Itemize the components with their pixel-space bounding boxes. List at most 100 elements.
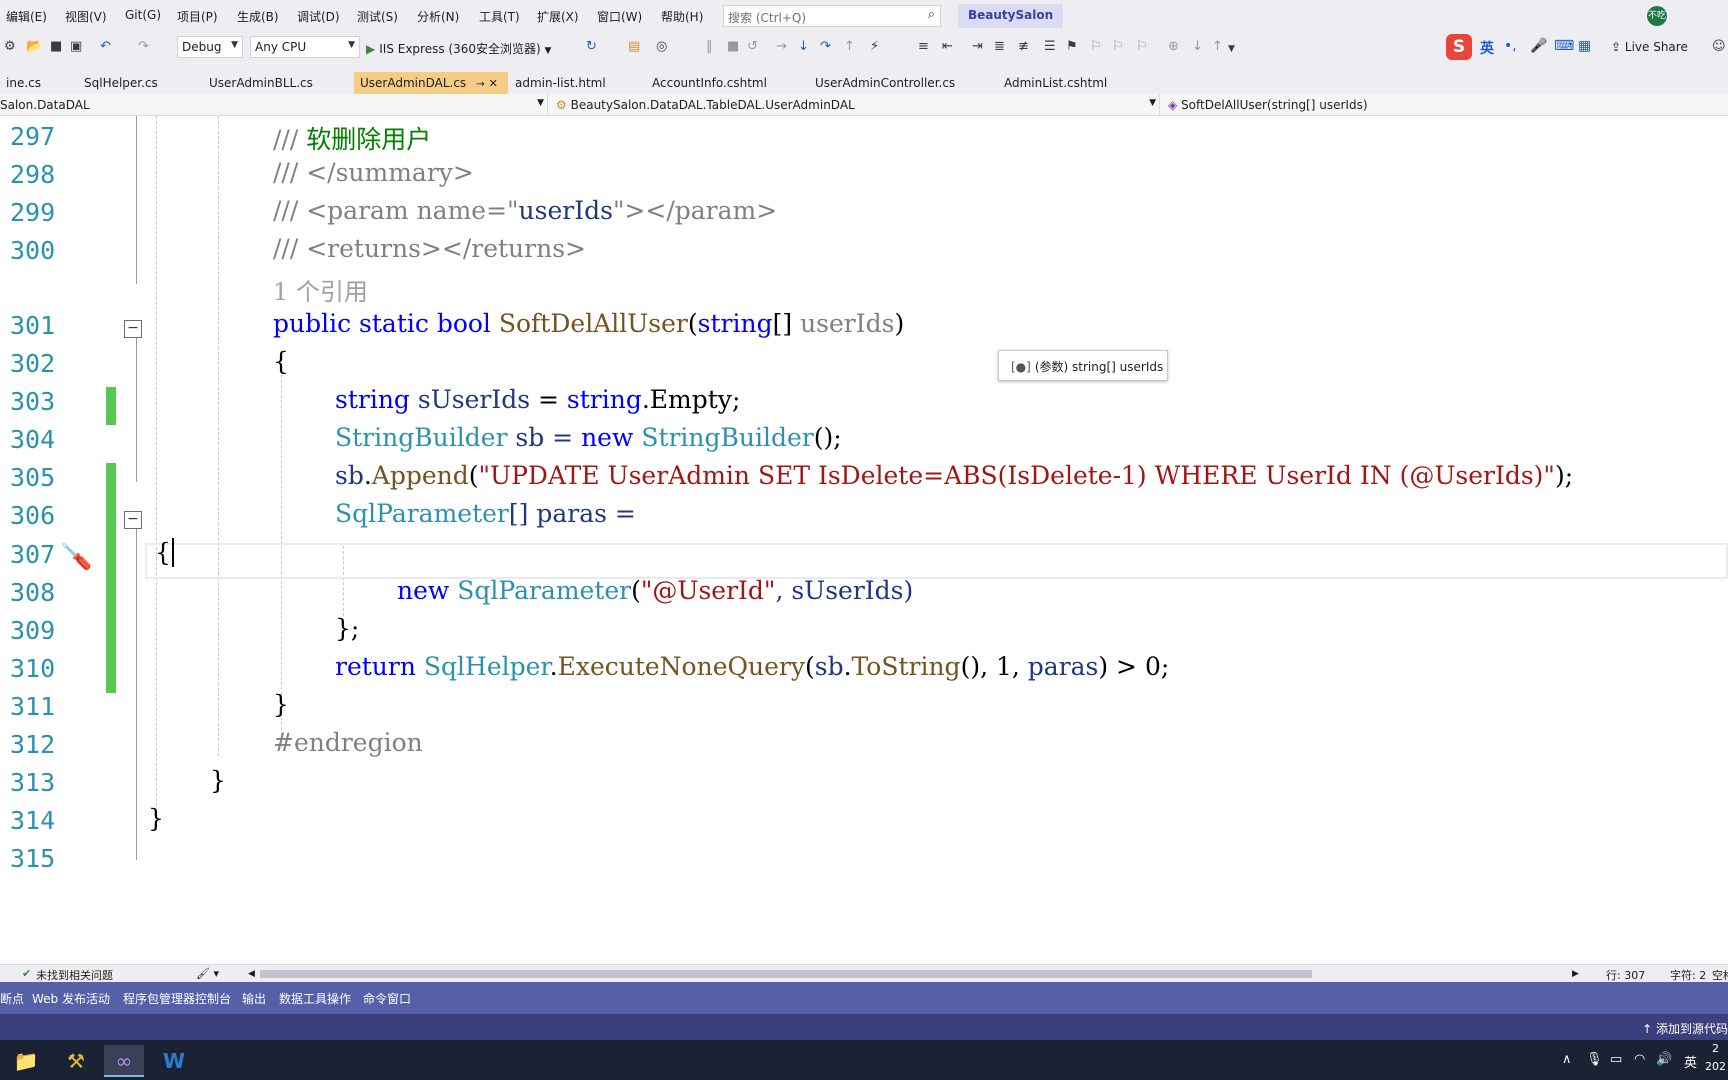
uncomment-icon[interactable]: ≢ bbox=[1018, 39, 1029, 54]
wifi-icon[interactable]: ◠ bbox=[1634, 1052, 1645, 1067]
save-all-icon[interactable]: ▣ bbox=[70, 39, 82, 54]
scroll-right-icon[interactable]: ▶ bbox=[1572, 969, 1579, 979]
live-share-button[interactable]: ⇪ Live Share bbox=[1611, 40, 1688, 54]
menu-build[interactable]: 生成(B) bbox=[237, 8, 279, 25]
issues-status[interactable]: 未找到相关问题 bbox=[36, 967, 113, 983]
menu-help[interactable]: 帮助(H) bbox=[661, 8, 703, 25]
search-input[interactable]: 搜索 (Ctrl+Q) ⌕ bbox=[723, 5, 941, 27]
tab-ine-cs[interactable]: ine.cs bbox=[0, 72, 47, 94]
menu-edit[interactable]: 编辑(E) bbox=[6, 8, 47, 25]
horizontal-scrollbar[interactable] bbox=[260, 970, 1312, 978]
whitespace-indicator[interactable]: 空格 bbox=[1712, 967, 1728, 983]
tab-command-window[interactable]: 命令窗口 bbox=[363, 990, 411, 1007]
step-out-icon[interactable]: ↑ bbox=[844, 39, 855, 54]
save-icon[interactable]: ■ bbox=[50, 39, 62, 54]
indent-icon[interactable]: ⇥ bbox=[972, 39, 983, 54]
avatar[interactable]: 不吃 bbox=[1647, 6, 1667, 26]
folder-icon[interactable]: ▤ bbox=[628, 39, 640, 54]
collapse-icon[interactable]: − bbox=[124, 511, 142, 529]
menu-debug[interactable]: 调试(D) bbox=[297, 8, 340, 25]
feedback-icon[interactable]: ☺ bbox=[1712, 39, 1726, 54]
configuration-select[interactable]: Debug ▼ bbox=[177, 36, 243, 58]
restart-icon[interactable]: ↺ bbox=[747, 39, 758, 54]
class-dropdown[interactable]: ⚙ BeautySalon.DataDAL.TableDAL.UserAdmin… bbox=[552, 94, 1160, 115]
pin-icon[interactable]: → bbox=[476, 79, 484, 90]
tab-accountinfo[interactable]: AccountInfo.cshtml bbox=[646, 72, 773, 94]
platform-select[interactable]: Any CPU ▼ bbox=[250, 36, 360, 58]
tab-data-tools[interactable]: 数据工具操作 bbox=[279, 990, 351, 1007]
pause-icon[interactable]: ‖ bbox=[706, 39, 713, 54]
microphone-icon[interactable]: 🎙 bbox=[1586, 1052, 1603, 1067]
screwdriver-icon[interactable]: 🪛 bbox=[60, 542, 92, 572]
clear-bookmarks-icon[interactable]: ⚐ bbox=[1136, 39, 1148, 54]
menu-project[interactable]: 项目(P) bbox=[177, 8, 218, 25]
visual-studio-icon[interactable]: ∞ bbox=[104, 1045, 144, 1077]
collapse-icon[interactable]: − bbox=[124, 320, 142, 338]
next-bookmark-icon[interactable]: ⚐ bbox=[1112, 39, 1124, 54]
word-icon[interactable]: W bbox=[154, 1045, 194, 1077]
close-icon[interactable]: ✕ bbox=[489, 77, 498, 90]
microphone-icon[interactable]: 🎤 bbox=[1530, 38, 1547, 54]
run-button[interactable]: ▶ IIS Express (360安全浏览器) ▼ bbox=[366, 40, 551, 57]
outdent-icon[interactable]: ⇤ bbox=[942, 39, 953, 54]
tab-adminlist[interactable]: AdminList.cshtml bbox=[998, 72, 1113, 94]
volume-icon[interactable]: 🔊 bbox=[1656, 1052, 1672, 1067]
navigate-back-icon[interactable]: ↓ bbox=[1192, 39, 1203, 54]
scroll-left-icon[interactable]: ◀ bbox=[248, 969, 255, 979]
references-codelens[interactable]: 1 个引用 bbox=[273, 272, 368, 307]
battery-icon[interactable]: ▭ bbox=[1610, 1052, 1622, 1067]
menu-analyze[interactable]: 分析(N) bbox=[417, 8, 459, 25]
hot-reload-icon[interactable]: ⚡ bbox=[870, 39, 879, 54]
clock-time[interactable]: 2 bbox=[1712, 1042, 1719, 1055]
python-icon[interactable]: ⚒ bbox=[56, 1045, 96, 1077]
menu-extensions[interactable]: 扩展(X) bbox=[537, 8, 579, 25]
tab-output[interactable]: 输出 bbox=[242, 990, 266, 1007]
bookmark-icon[interactable]: ⚑ bbox=[1066, 39, 1078, 54]
project-dropdown[interactable]: Salon.DataDAL ▼ bbox=[0, 94, 548, 115]
tray-chevron-icon[interactable]: ∧ bbox=[1562, 1052, 1572, 1067]
step-into-icon[interactable]: ↓ bbox=[798, 39, 809, 54]
tray-lang[interactable]: 英 bbox=[1684, 1052, 1697, 1071]
member-dropdown[interactable]: ◈ SoftDelAllUser(string[] userIds) bbox=[1164, 94, 1728, 115]
show-next-statement-icon[interactable]: → bbox=[776, 39, 787, 54]
find-icon[interactable]: ⊕ bbox=[1168, 39, 1179, 54]
open-folder-icon[interactable]: 📂 bbox=[26, 39, 42, 54]
sogou-logo-icon[interactable]: S bbox=[1446, 34, 1472, 60]
tab-package-manager[interactable]: 程序包管理器控制台 bbox=[123, 990, 231, 1007]
line-indicator[interactable]: 行: 307 bbox=[1606, 967, 1645, 983]
toolbox-icon[interactable]: ▦ bbox=[1578, 38, 1591, 54]
step-over-icon[interactable]: ↷ bbox=[820, 39, 831, 54]
add-to-source-control[interactable]: ↑ 添加到源代码 bbox=[1642, 1020, 1728, 1037]
undo-icon[interactable]: ↶ bbox=[100, 39, 111, 54]
camera-icon[interactable]: ◎ bbox=[656, 39, 667, 54]
redo-icon[interactable]: ↷ bbox=[138, 39, 149, 54]
tab-useradmincontroller[interactable]: UserAdminController.cs bbox=[809, 72, 961, 94]
stop-icon[interactable]: ■ bbox=[727, 39, 739, 54]
tab-useradminbll[interactable]: UserAdminBLL.cs bbox=[203, 72, 319, 94]
brush-icon[interactable]: 🖌 ▾ bbox=[196, 967, 219, 980]
menu-window[interactable]: 窗口(W) bbox=[597, 8, 642, 25]
menu-tools[interactable]: 工具(T) bbox=[479, 8, 520, 25]
ime-lang-toggle[interactable]: 英 bbox=[1480, 38, 1494, 58]
new-item-icon[interactable]: ⚙ bbox=[4, 39, 16, 54]
menu-view[interactable]: 视图(V) bbox=[65, 8, 107, 25]
tab-breakpoints[interactable]: 断点 bbox=[0, 990, 24, 1007]
refresh-icon[interactable]: ↻ bbox=[586, 39, 597, 54]
tab-useradmindal[interactable]: UserAdminDAL.cs → ✕ bbox=[354, 72, 508, 94]
tab-sqlhelper[interactable]: SqlHelper.cs bbox=[78, 72, 164, 94]
uncomment-lines-icon[interactable]: ☰ bbox=[1044, 39, 1056, 54]
comment-icon[interactable]: ≣ bbox=[994, 39, 1005, 54]
navigate-forward-icon[interactable]: ↑ bbox=[1212, 39, 1223, 54]
keyboard-icon[interactable]: ⌨ bbox=[1554, 38, 1574, 54]
menu-test[interactable]: 测试(S) bbox=[357, 8, 398, 25]
char-indicator[interactable]: 字符: 2 bbox=[1670, 967, 1706, 983]
tab-admin-list[interactable]: admin-list.html bbox=[509, 72, 612, 94]
prev-bookmark-icon[interactable]: ⚐ bbox=[1090, 39, 1102, 54]
clock-date[interactable]: 202 bbox=[1705, 1060, 1726, 1073]
code-editor[interactable]: 297 298 299 300 301 302 303 304 305 306 … bbox=[0, 116, 1728, 964]
align-left-icon[interactable]: ≡ bbox=[918, 39, 929, 54]
file-explorer-icon[interactable]: 📁 bbox=[6, 1045, 46, 1077]
menu-git[interactable]: Git(G) bbox=[125, 8, 161, 22]
tab-web-publish[interactable]: Web 发布活动 bbox=[32, 990, 110, 1007]
toolbar-overflow-icon[interactable]: ▼ bbox=[1228, 44, 1235, 54]
